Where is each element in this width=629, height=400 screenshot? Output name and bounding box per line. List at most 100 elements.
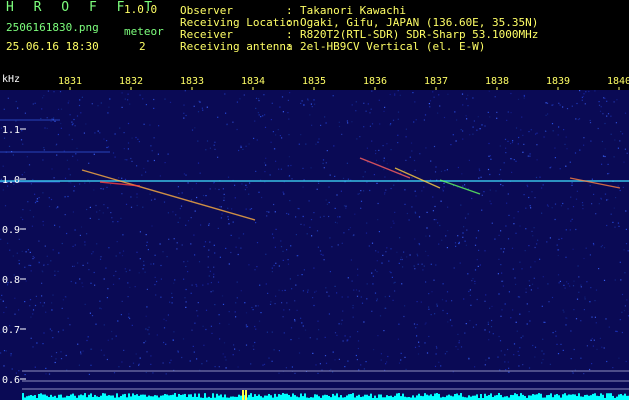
noise-dot — [318, 182, 320, 184]
noise-dot — [413, 121, 415, 123]
noise-dot — [352, 307, 354, 309]
noise-dot — [438, 243, 440, 245]
noise-dot — [573, 309, 575, 311]
noise-dot — [588, 90, 590, 93]
noise-dot — [324, 116, 326, 118]
noise-dot — [84, 241, 86, 243]
level-bar — [292, 393, 294, 400]
noise-dot — [572, 372, 574, 374]
noise-dot — [614, 279, 616, 281]
noise-dot — [107, 339, 109, 341]
level-bar — [274, 393, 276, 400]
noise-dot — [197, 302, 199, 304]
noise-dot — [358, 193, 361, 195]
noise-dot — [363, 321, 365, 323]
noise-dot — [91, 103, 93, 105]
noise-dot — [357, 268, 359, 270]
level-bar — [132, 393, 134, 400]
noise-dot — [124, 268, 126, 270]
noise-dot — [2, 165, 4, 167]
level-bar — [428, 395, 430, 400]
noise-dot — [78, 104, 81, 107]
noise-dot — [207, 283, 209, 285]
noise-dot — [488, 90, 490, 92]
noise-dot — [580, 286, 582, 288]
noise-dot — [222, 353, 224, 355]
noise-dot — [505, 225, 507, 227]
noise-dot — [576, 102, 578, 105]
noise-dot — [143, 342, 145, 344]
noise-dot — [249, 209, 251, 211]
noise-dot — [41, 282, 43, 284]
noise-dot — [547, 205, 549, 207]
noise-dot — [389, 271, 391, 273]
noise-dot — [244, 189, 246, 191]
noise-dot — [622, 186, 624, 188]
noise-dot — [197, 315, 199, 317]
noise-dot — [32, 346, 34, 348]
noise-dot — [430, 314, 432, 316]
noise-dot — [551, 207, 553, 209]
noise-dot — [108, 247, 110, 249]
noise-dot — [309, 226, 311, 228]
time-tick-label: 1835 — [302, 76, 326, 87]
level-bar — [438, 393, 440, 400]
noise-dot — [390, 187, 392, 190]
level-bar — [454, 393, 456, 400]
noise-dot — [282, 250, 284, 252]
noise-dot — [106, 146, 108, 149]
noise-dot — [134, 286, 136, 288]
noise-dot — [397, 118, 399, 120]
noise-dot — [429, 235, 431, 237]
noise-dot — [489, 189, 491, 191]
noise-dot — [512, 309, 514, 311]
noise-dot — [231, 208, 233, 210]
noise-dot — [16, 252, 18, 254]
noise-dot — [355, 110, 357, 112]
noise-dot — [507, 140, 509, 142]
level-bar — [480, 394, 482, 400]
spectrogram-canvas: 1.11.00.90.80.70.6 — [0, 90, 629, 400]
level-bar — [50, 394, 52, 400]
noise-dot — [123, 148, 125, 150]
noise-dot — [435, 345, 437, 348]
noise-dot — [227, 207, 229, 209]
level-bar — [572, 394, 574, 400]
noise-dot — [271, 233, 274, 235]
noise-dot — [405, 368, 407, 370]
noise-dot — [44, 245, 46, 247]
level-bar — [356, 395, 358, 400]
level-bar — [162, 395, 164, 400]
noise-dot — [377, 202, 379, 205]
noise-dot — [145, 234, 147, 236]
noise-dot — [89, 206, 91, 208]
noise-dot — [311, 106, 313, 108]
freq-tick-label: 0.7 — [2, 325, 20, 336]
noise-dot — [75, 153, 77, 155]
level-bar — [340, 395, 342, 400]
noise-dot — [503, 162, 505, 164]
noise-dot — [513, 217, 515, 219]
noise-dot — [202, 284, 204, 286]
noise-dot — [194, 254, 196, 256]
noise-dot — [218, 366, 220, 368]
noise-dot — [135, 353, 137, 355]
noise-dot — [73, 185, 76, 187]
noise-dot — [539, 258, 541, 260]
noise-dot — [461, 93, 464, 95]
noise-dot — [445, 300, 447, 302]
noise-dot — [569, 285, 571, 287]
noise-dot — [123, 349, 125, 351]
noise-dot — [356, 359, 358, 361]
noise-dot — [396, 251, 398, 253]
noise-dot — [171, 292, 173, 294]
noise-dot — [559, 168, 561, 170]
noise-dot — [125, 271, 127, 273]
noise-dot — [22, 218, 24, 221]
level-bar — [562, 394, 564, 400]
noise-dot — [435, 264, 437, 266]
noise-dot — [115, 255, 117, 257]
noise-dot — [329, 174, 331, 176]
noise-dot — [164, 98, 166, 100]
noise-dot — [418, 244, 421, 246]
